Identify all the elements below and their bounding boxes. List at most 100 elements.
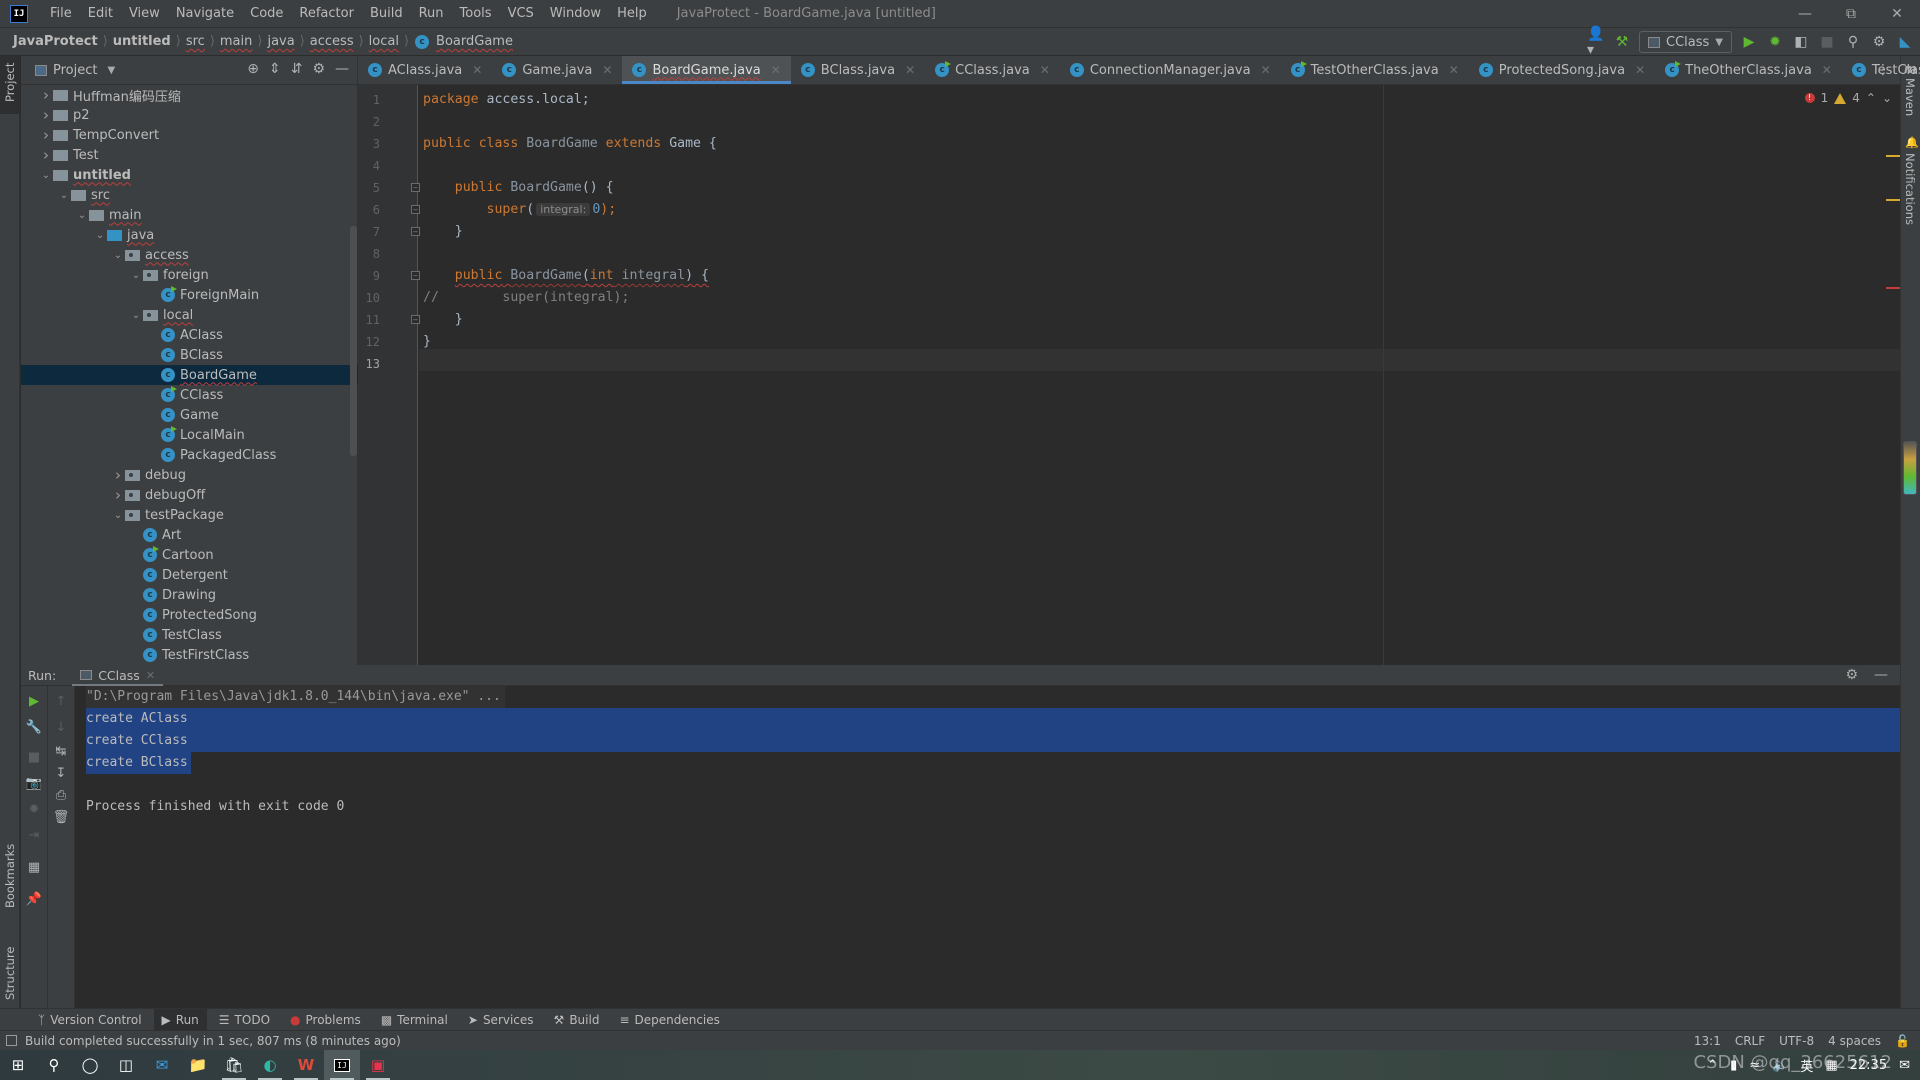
fold-marker-icon[interactable]: −: [411, 271, 420, 280]
tree-item[interactable]: › Huffman编码压缩: [21, 85, 358, 105]
account-icon[interactable]: 👤▾: [1587, 26, 1605, 58]
chevron-down-icon[interactable]: ⌄: [75, 210, 89, 221]
status-message[interactable]: Build completed successfully in 1 sec, 8…: [25, 1034, 401, 1048]
tool-terminal[interactable]: ▩ Terminal: [373, 1009, 456, 1031]
store-icon[interactable]: 🛍: [216, 1050, 252, 1080]
run-icon[interactable]: ▶: [1740, 33, 1758, 51]
select-opened-file-icon[interactable]: ⊕: [247, 61, 259, 77]
editor-tab[interactable]: c BoardGame.java ✕: [622, 56, 792, 84]
rerun-icon[interactable]: ▶: [25, 692, 43, 710]
breadcrumb-access[interactable]: access: [307, 34, 357, 49]
up-arrow-icon[interactable]: ↑: [52, 692, 70, 710]
tree-item[interactable]: › p2: [21, 105, 358, 125]
tree-item[interactable]: c BClass: [21, 345, 358, 365]
line-number[interactable]: 4: [358, 155, 380, 177]
close-tab-icon[interactable]: ✕: [771, 63, 781, 77]
tool-todo[interactable]: ☰ TODO: [211, 1009, 278, 1031]
tool-problems[interactable]: ● Problems: [282, 1009, 369, 1031]
cortana-icon[interactable]: ◯: [72, 1050, 108, 1080]
menu-build[interactable]: Build: [362, 6, 411, 21]
app-red-icon[interactable]: ▣: [360, 1050, 396, 1080]
stop-icon[interactable]: ■: [25, 748, 43, 766]
breadcrumb-module[interactable]: untitled: [110, 34, 174, 49]
chevron-down-icon[interactable]: ⌄: [111, 510, 125, 521]
tool-build[interactable]: ⚒ Build: [546, 1009, 608, 1031]
tree-item[interactable]: c Art: [21, 525, 358, 545]
next-problem-icon[interactable]: ⌄: [1882, 91, 1892, 105]
down-arrow-icon[interactable]: ↓: [52, 718, 70, 736]
previous-problem-icon[interactable]: ⌃: [1866, 91, 1876, 105]
tree-item[interactable]: › debug: [21, 465, 358, 485]
search-icon[interactable]: ⚲: [36, 1050, 72, 1080]
close-tab-icon[interactable]: ✕: [905, 63, 915, 77]
editor-tab[interactable]: c ConnectionManager.java ✕: [1060, 56, 1281, 84]
structure-stripe-button[interactable]: Structure: [3, 947, 17, 1001]
close-tab-icon[interactable]: ✕: [472, 63, 482, 77]
task-view-icon[interactable]: ◫: [108, 1050, 144, 1080]
fold-marker-icon[interactable]: −: [411, 205, 420, 214]
project-tree-scrollbar[interactable]: [350, 226, 357, 456]
close-tab-icon[interactable]: ✕: [1261, 63, 1271, 77]
chevron-right-icon[interactable]: ›: [39, 86, 53, 104]
tool-version-control[interactable]: ᛉ Version Control: [30, 1009, 150, 1031]
tree-item[interactable]: ⌄ main: [21, 205, 358, 225]
line-number[interactable]: 1: [358, 89, 380, 111]
project-stripe-button[interactable]: Project: [0, 56, 20, 114]
menu-view[interactable]: View: [121, 6, 168, 21]
tree-item[interactable]: c PackagedClass: [21, 445, 358, 465]
tree-item[interactable]: › Test: [21, 145, 358, 165]
tree-item[interactable]: c LocalMain: [21, 425, 358, 445]
gear-icon[interactable]: ⚙: [1845, 667, 1858, 683]
menu-edit[interactable]: Edit: [80, 6, 121, 21]
error-marker[interactable]: [1886, 287, 1900, 289]
windows-start-icon[interactable]: ⊞: [0, 1050, 36, 1080]
menu-vcs[interactable]: VCS: [500, 6, 542, 21]
mail-icon[interactable]: ✉: [144, 1050, 180, 1080]
line-number[interactable]: 2: [358, 111, 380, 133]
line-separator[interactable]: CRLF: [1735, 1034, 1765, 1048]
edge-icon[interactable]: ◐: [252, 1050, 288, 1080]
stop-icon[interactable]: ■: [1818, 33, 1836, 51]
chevron-down-icon[interactable]: ⌄: [57, 190, 71, 201]
line-number[interactable]: 7: [358, 221, 380, 243]
menu-refactor[interactable]: Refactor: [291, 6, 362, 21]
scroll-to-end-icon[interactable]: ↧: [52, 764, 70, 782]
line-number[interactable]: 6: [358, 199, 380, 221]
line-number[interactable]: 5: [358, 177, 380, 199]
tree-item[interactable]: ⌄ java: [21, 225, 358, 245]
tree-item[interactable]: c BoardGame: [21, 365, 358, 385]
print-icon[interactable]: ⎙: [52, 786, 70, 804]
editor-tab[interactable]: c TheOtherClass.java ✕: [1655, 56, 1842, 84]
code-editor[interactable]: 1 2 3 4 5 6 7 8 9 10 11 12 13− − − − − package access.lo…: [358, 85, 1900, 665]
toggle-tool-windows-icon[interactable]: [6, 1035, 17, 1046]
restore-button[interactable]: ⧉: [1828, 0, 1874, 28]
pin-icon[interactable]: 📌: [25, 890, 43, 908]
run-configuration-select[interactable]: CClass ▼: [1639, 31, 1732, 53]
breadcrumb-java[interactable]: java: [264, 34, 297, 49]
close-icon[interactable]: ✕: [146, 669, 155, 682]
menu-run[interactable]: Run: [411, 6, 452, 21]
tree-item[interactable]: › debugOff: [21, 485, 358, 505]
breadcrumb-file[interactable]: BoardGame: [433, 34, 516, 49]
chevron-down-icon[interactable]: ⌄: [93, 230, 107, 241]
bookmarks-stripe-button[interactable]: Bookmarks: [3, 844, 17, 908]
build-hammer-icon[interactable]: ⚒: [1613, 33, 1631, 51]
layout-icon[interactable]: ▦: [25, 858, 43, 876]
memory-indicator[interactable]: [1903, 441, 1917, 495]
menu-navigate[interactable]: Navigate: [168, 6, 242, 21]
console-output[interactable]: "D:\Program Files\Java\jdk1.8.0_144\bin\…: [75, 686, 1900, 1008]
more-tabs-icon[interactable]: ⋮: [1876, 62, 1890, 78]
fold-marker-icon[interactable]: −: [411, 183, 420, 192]
breadcrumb-src[interactable]: src: [183, 34, 208, 49]
camera-icon[interactable]: 📷: [25, 774, 43, 792]
expand-all-icon[interactable]: ⇕: [269, 61, 281, 77]
lock-open-icon[interactable]: 🔓: [1895, 1034, 1910, 1048]
tool-services[interactable]: ➤ Services: [460, 1009, 542, 1031]
close-tab-icon[interactable]: ✕: [1449, 63, 1459, 77]
collapse-all-icon[interactable]: ⇵: [291, 61, 303, 77]
chevron-right-icon[interactable]: ›: [39, 146, 53, 164]
editor-tab[interactable]: c ProtectedSong.java ✕: [1469, 56, 1655, 84]
tree-item[interactable]: c ProtectedSong: [21, 605, 358, 625]
exit-icon[interactable]: ⇥: [25, 826, 43, 844]
gear-icon[interactable]: ⚙: [1870, 33, 1888, 51]
